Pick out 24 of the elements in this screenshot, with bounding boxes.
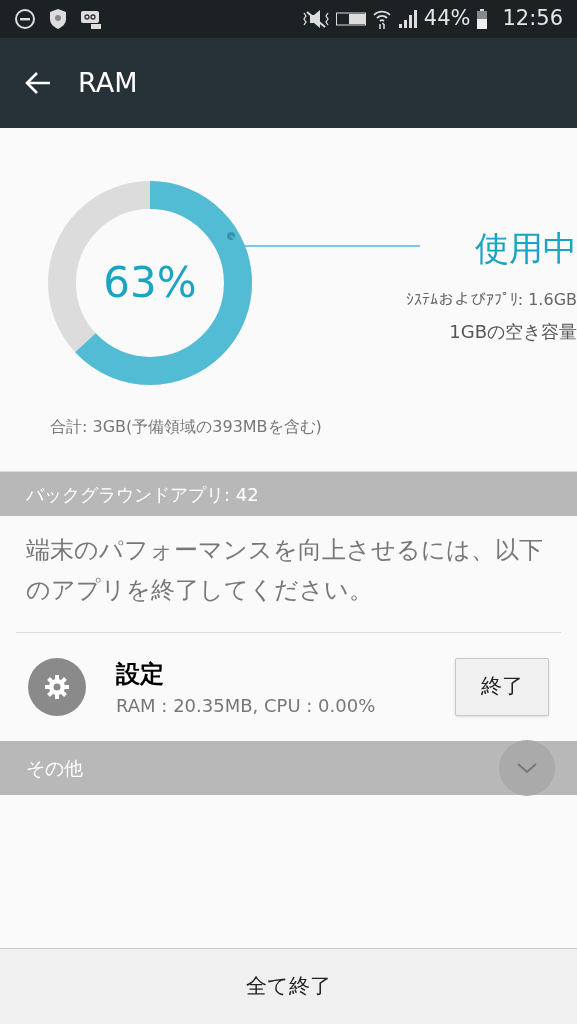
voicemail-icon bbox=[80, 8, 102, 30]
battery-icon bbox=[476, 8, 489, 30]
free-memory: 1GBの空き容量 bbox=[449, 320, 577, 344]
shield-icon bbox=[48, 8, 68, 30]
app-usage-stats: RAM : 20.35MB, CPU : 0.00% bbox=[116, 693, 377, 718]
muted-vibrate-icon bbox=[301, 8, 330, 30]
section-header: バックグラウンドアプリ: 42 bbox=[26, 482, 259, 507]
end-button[interactable]: 終了 bbox=[455, 658, 549, 716]
usage-label: 使用中 bbox=[475, 228, 577, 268]
total-memory: 合計: 3GB(予備領域の393MBを含む) bbox=[50, 416, 323, 438]
app-name: 設定 bbox=[116, 658, 165, 690]
signal-icon bbox=[397, 9, 418, 29]
screen-title: RAM bbox=[78, 65, 138, 100]
system-apps-usage: ｼｽﾃﾑおよびｱﾌﾟﾘ: 1.6GB bbox=[405, 289, 577, 311]
do-not-disturb-icon bbox=[14, 8, 36, 30]
usage-percentage: 63% bbox=[103, 258, 197, 308]
end-all-button[interactable]: 全て終了 bbox=[0, 948, 577, 1024]
settings-app-icon bbox=[28, 658, 86, 716]
volte-icon bbox=[335, 11, 366, 27]
battery-percentage: 44% bbox=[423, 5, 471, 33]
clock-time: 12:56 bbox=[502, 5, 563, 33]
wifi-icon bbox=[371, 8, 392, 30]
description-text: 端末のパフォーマンスを向上させるには、以下のアプリを終了してください。 bbox=[25, 535, 544, 606]
back-arrow-icon[interactable] bbox=[24, 71, 52, 95]
